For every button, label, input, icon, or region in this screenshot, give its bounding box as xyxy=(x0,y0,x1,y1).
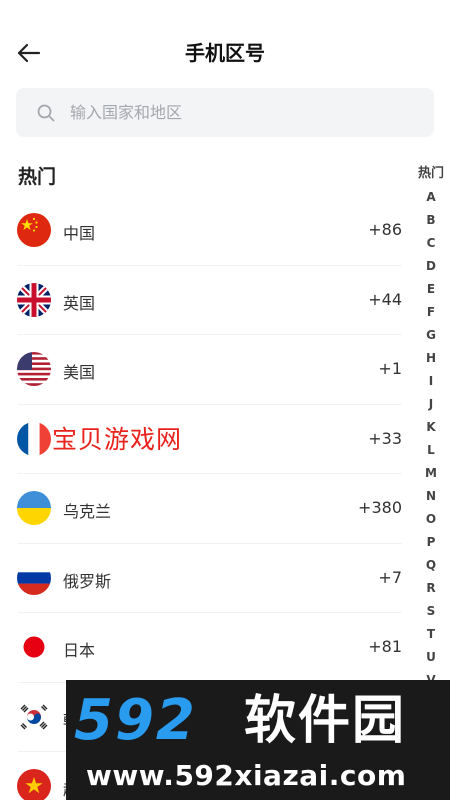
country-row-ukraine[interactable]: 乌克兰 +380 xyxy=(0,474,402,544)
index-item-i[interactable]: I xyxy=(412,370,450,393)
uk-flag-icon xyxy=(17,282,51,317)
watermark-site-name: 宝贝游戏网 xyxy=(52,425,183,454)
japan-flag-icon xyxy=(17,630,51,664)
country-name: 中国 xyxy=(63,224,96,243)
vietnam-flag-icon xyxy=(17,769,51,800)
country-code: +1 xyxy=(378,359,402,378)
search-box[interactable] xyxy=(16,88,434,137)
russia-flag-icon xyxy=(17,560,51,595)
index-item-r[interactable]: R xyxy=(412,577,450,600)
index-item-g[interactable]: G xyxy=(412,324,450,347)
country-code: +33 xyxy=(368,428,402,448)
usa-flag-icon xyxy=(17,352,51,386)
index-item-s[interactable]: S xyxy=(412,600,450,623)
country-row-japan[interactable]: 日本 +81 xyxy=(0,613,402,683)
section-title-hot: 热门 xyxy=(18,166,57,188)
index-item-c[interactable]: C xyxy=(412,232,450,255)
country-name: 俄罗斯 xyxy=(63,571,112,591)
index-item-d[interactable]: D xyxy=(412,255,450,278)
index-item-a[interactable]: A xyxy=(412,186,450,209)
search-input[interactable] xyxy=(70,88,420,137)
banner-logo-number: 592 xyxy=(74,688,197,753)
index-item-f[interactable]: F xyxy=(412,301,450,324)
country-name: 英国 xyxy=(63,293,96,313)
index-item-o[interactable]: O xyxy=(412,508,450,531)
index-item-t[interactable]: T xyxy=(412,623,450,646)
country-code: +44 xyxy=(368,289,402,309)
index-item-hot[interactable]: 热门 xyxy=(412,164,450,184)
china-flag-icon xyxy=(17,213,51,247)
watermark-banner: 592 软件园 www.592xiazai.com xyxy=(66,680,450,800)
index-item-l[interactable]: L xyxy=(412,439,450,462)
index-item-p[interactable]: P xyxy=(412,531,450,554)
country-code: +7 xyxy=(378,567,402,587)
korea-flag-icon xyxy=(17,699,51,734)
index-item-m[interactable]: M xyxy=(412,462,450,485)
country-name: 美国 xyxy=(63,363,96,382)
banner-url: www.592xiazai.com xyxy=(86,759,407,792)
index-item-j[interactable]: J xyxy=(412,393,450,416)
france-flag-icon xyxy=(17,421,51,456)
index-item-e[interactable]: E xyxy=(412,278,450,301)
country-name: 乌克兰 xyxy=(63,502,112,521)
country-row-china[interactable]: 中国 +86 xyxy=(0,196,402,266)
country-code: +380 xyxy=(358,498,402,517)
search-icon xyxy=(37,104,55,122)
index-item-k[interactable]: K xyxy=(412,416,450,439)
country-name: 日本 xyxy=(63,641,96,660)
banner-logo-text: 软件园 xyxy=(244,691,407,751)
header: 手机区号 xyxy=(0,0,450,88)
index-item-u[interactable]: U xyxy=(412,646,450,669)
index-item-h[interactable]: H xyxy=(412,347,450,370)
index-item-b[interactable]: B xyxy=(412,209,450,232)
index-item-q[interactable]: Q xyxy=(412,554,450,577)
country-row-russia[interactable]: 俄罗斯 +7 xyxy=(0,544,402,614)
index-item-n[interactable]: N xyxy=(412,485,450,508)
country-row-usa[interactable]: 美国 +1 xyxy=(0,335,402,405)
country-code: +86 xyxy=(368,220,402,239)
ukraine-flag-icon xyxy=(17,491,51,525)
page-title: 手机区号 xyxy=(185,41,265,65)
alphabet-index-bar: 热门 A B C D E F G H I J K L M N O P Q R S… xyxy=(412,164,450,692)
country-code: +81 xyxy=(368,637,402,656)
country-row-uk[interactable]: 英国 +44 xyxy=(0,266,402,336)
